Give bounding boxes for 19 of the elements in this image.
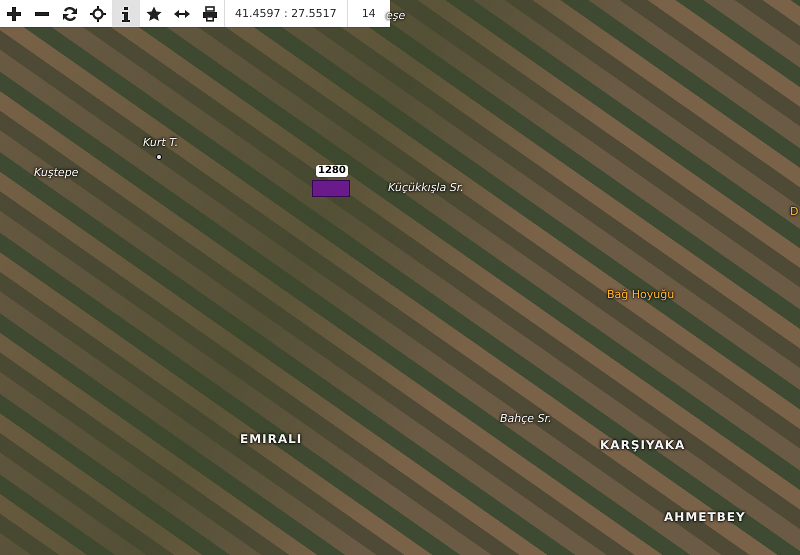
refresh-icon xyxy=(62,6,78,22)
parcel-number-label: 1280 xyxy=(316,165,348,177)
minus-icon xyxy=(35,12,49,16)
point-marker-icon xyxy=(156,154,162,160)
map-place-label: D xyxy=(790,205,798,218)
map-place-label: EMIRALI xyxy=(240,432,302,446)
map-place-label: Küçükkışla Sr. xyxy=(388,181,464,194)
plus-icon xyxy=(6,6,22,22)
crosshair-icon xyxy=(90,6,106,22)
map-place-label: Kurt T. xyxy=(143,136,178,149)
map-place-label: Bahçe Sr. xyxy=(500,412,552,425)
map-place-label: Bağ Hoyuğu xyxy=(607,288,674,301)
map-place-label: KARŞIYAKA xyxy=(600,438,686,452)
map-place-label: Kuştepe xyxy=(34,166,78,179)
star-icon xyxy=(146,6,162,22)
coordinates-readout: 41.4597 : 27.5517 xyxy=(224,0,347,27)
printer-icon xyxy=(202,6,218,22)
map-place-label: AHMETBEY xyxy=(664,510,746,524)
map-tool-button[interactable] xyxy=(112,0,140,27)
